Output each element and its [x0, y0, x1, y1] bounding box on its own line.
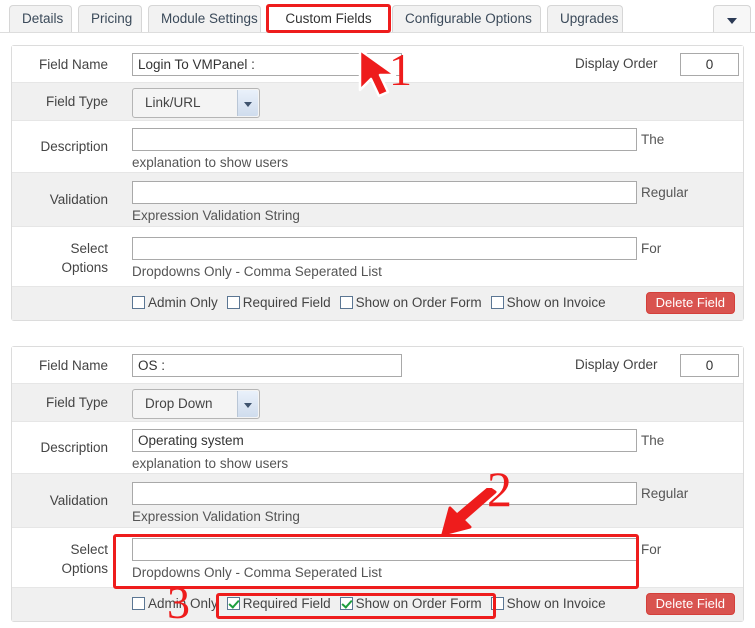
label-validation: Validation: [12, 173, 117, 227]
field-row-field-name: Field Name Display Order: [12, 46, 743, 83]
label-description: Description: [12, 121, 117, 173]
help-select-options-text: Dropdowns Only - Comma Seperated List: [132, 264, 382, 279]
label-display-order: Display Order: [575, 56, 658, 71]
field-name-input[interactable]: [132, 354, 402, 377]
checkbox-group: Admin Only Required Field Show on Order Fo…: [132, 295, 615, 310]
select-options-input[interactable]: [132, 237, 637, 260]
field-row-validation: Validation Regular Expression Validation S…: [12, 474, 743, 528]
validation-input[interactable]: [132, 482, 637, 505]
help-validation-text: Expression Validation String: [132, 509, 300, 524]
custom-field-panel: Field Name Display Order Field Type Link/UR…: [11, 45, 744, 321]
delete-field-button[interactable]: Delete Field: [646, 292, 735, 314]
label-field-name: Field Name: [12, 46, 117, 83]
checkbox-admin-only[interactable]: [132, 597, 145, 610]
field-type-select[interactable]: Drop Down: [132, 389, 260, 419]
help-validation-text: Expression Validation String: [132, 208, 300, 223]
help-validation-prefix: Regular: [641, 185, 688, 200]
checkbox-group: Admin Only Required Field Show on Order Fo…: [132, 596, 615, 611]
label-field-type: Field Type: [12, 83, 117, 121]
field-row-field-type: Field Type Link/URL: [12, 83, 743, 121]
checkbox-label-show-on-order-form: Show on Order Form: [356, 596, 482, 611]
checkbox-label-admin-only: Admin Only: [148, 295, 218, 310]
help-select-options-text: Dropdowns Only - Comma Seperated List: [132, 565, 382, 580]
tab-details[interactable]: Details: [9, 5, 72, 32]
select-dropdown-button[interactable]: [237, 391, 258, 417]
help-description-prefix: The: [641, 132, 664, 147]
delete-field-button[interactable]: Delete Field: [646, 593, 735, 615]
label-select-options: SelectOptions: [12, 528, 117, 588]
field-row-checkboxes: Admin Only Required Field Show on Order Fo…: [12, 287, 743, 320]
chevron-down-icon: [244, 102, 252, 107]
tab-pricing[interactable]: Pricing: [78, 5, 142, 32]
field-row-select-options: SelectOptions For Dropdowns Only - Comma S…: [12, 227, 743, 287]
checkbox-label-show-on-order-form: Show on Order Form: [356, 295, 482, 310]
custom-field-panel: Field Name Display Order Field Type Drop Do…: [11, 346, 744, 622]
chevron-down-icon: [727, 18, 737, 24]
label-display-order: Display Order: [575, 357, 658, 372]
label-description: Description: [12, 422, 117, 474]
tab-overflow-button[interactable]: [713, 5, 751, 32]
field-name-input[interactable]: [132, 53, 402, 76]
field-row-field-name: Field Name Display Order: [12, 347, 743, 384]
select-options-input[interactable]: [132, 538, 637, 561]
field-row-checkboxes: Admin Only Required Field Show on Order Fo…: [12, 588, 743, 621]
checkbox-required-field[interactable]: [227, 597, 240, 610]
help-select-options-prefix: For: [641, 241, 661, 256]
field-row-validation: Validation Regular Expression Validation S…: [12, 173, 743, 227]
field-row-select-options: SelectOptions For Dropdowns Only - Comma S…: [12, 528, 743, 588]
field-type-select-value: Drop Down: [145, 396, 213, 411]
help-description-text: explanation to show users: [132, 456, 288, 471]
validation-input[interactable]: [132, 181, 637, 204]
chevron-down-icon: [244, 403, 252, 408]
checkbox-label-required-field: Required Field: [243, 596, 331, 611]
checkbox-show-on-order-form[interactable]: [340, 597, 353, 610]
field-type-select-value: Link/URL: [145, 95, 201, 110]
checkbox-show-on-invoice[interactable]: [491, 597, 504, 610]
label-select-options: SelectOptions: [12, 227, 117, 287]
tab-module-settings[interactable]: Module Settings: [148, 5, 261, 32]
field-type-select[interactable]: Link/URL: [132, 88, 260, 118]
help-select-options-prefix: For: [641, 542, 661, 557]
checkbox-show-on-order-form[interactable]: [340, 296, 353, 309]
field-row-field-type: Field Type Drop Down: [12, 384, 743, 422]
label-field-name: Field Name: [12, 347, 117, 384]
help-description-prefix: The: [641, 433, 664, 448]
checkbox-label-show-on-invoice: Show on Invoice: [507, 596, 606, 611]
select-dropdown-button[interactable]: [237, 90, 258, 116]
tab-upgrades[interactable]: Upgrades: [547, 5, 623, 32]
label-validation: Validation: [12, 474, 117, 528]
field-row-description: Description The explanation to show users: [12, 121, 743, 173]
help-validation-prefix: Regular: [641, 486, 688, 501]
checkbox-label-admin-only: Admin Only: [148, 596, 218, 611]
checkbox-admin-only[interactable]: [132, 296, 145, 309]
checkbox-label-required-field: Required Field: [243, 295, 331, 310]
checkbox-show-on-invoice[interactable]: [491, 296, 504, 309]
tab-bar: Details Pricing Module Settings Custom F…: [0, 0, 755, 33]
display-order-input[interactable]: [680, 53, 739, 76]
checkbox-label-show-on-invoice: Show on Invoice: [507, 295, 606, 310]
checkbox-required-field[interactable]: [227, 296, 240, 309]
description-input[interactable]: [132, 429, 637, 452]
description-input[interactable]: [132, 128, 637, 151]
label-field-type: Field Type: [12, 384, 117, 422]
tab-custom-fields[interactable]: Custom Fields: [266, 5, 391, 32]
help-description-text: explanation to show users: [132, 155, 288, 170]
tab-configurable-options[interactable]: Configurable Options: [392, 5, 541, 32]
display-order-input[interactable]: [680, 354, 739, 377]
field-row-description: Description The explanation to show users: [12, 422, 743, 474]
